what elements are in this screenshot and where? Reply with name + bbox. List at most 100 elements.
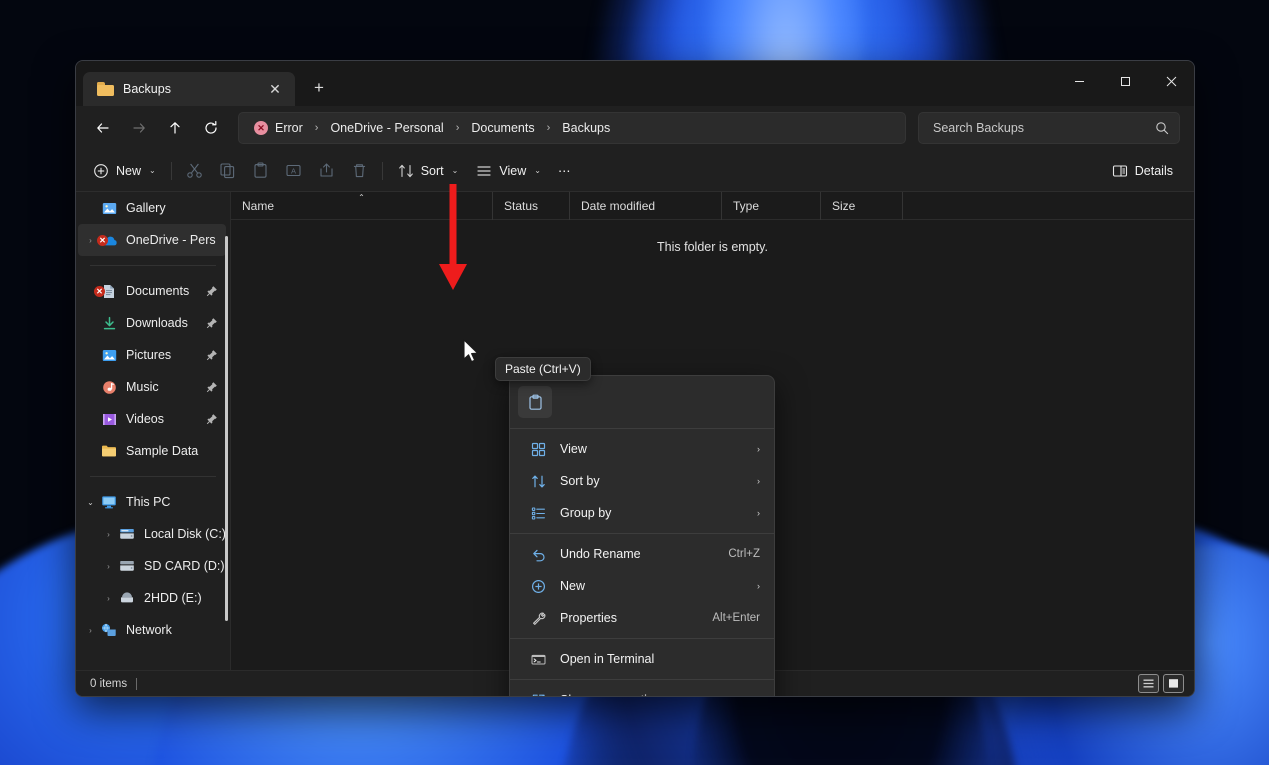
tab-backups[interactable]: Backups ✕ (83, 72, 295, 106)
sidebar-item-sd-card-d[interactable]: › SD CARD (D:) (78, 550, 226, 582)
tab-label: Backups (123, 82, 254, 96)
sidebar-scrollbar[interactable] (225, 236, 228, 621)
sidebar-item-pictures[interactable]: Pictures (78, 339, 226, 371)
details-pane-icon (1112, 163, 1128, 179)
column-label: Date modified (581, 199, 655, 213)
breadcrumb-item-onedrive[interactable]: OneDrive - Personal (323, 118, 450, 138)
address-bar-row: ✕ Error › OneDrive - Personal › Document… (76, 106, 1194, 150)
pin-icon[interactable] (206, 413, 222, 425)
pin-icon[interactable] (206, 285, 222, 297)
sidebar-item-label: This PC (126, 495, 226, 509)
context-menu-item-new[interactable]: New › (514, 570, 770, 602)
context-menu-item-view[interactable]: View › (514, 433, 770, 465)
properties-icon (528, 611, 548, 626)
column-header-date-modified[interactable]: Date modified (570, 192, 722, 220)
chevron-right-icon[interactable]: › (100, 562, 117, 571)
sidebar-item-local-disk-c[interactable]: › Local Disk (C:) (78, 518, 226, 550)
sidebar-item-this-pc[interactable]: ⌄ This PC (78, 486, 226, 518)
sidebar-item-onedrive[interactable]: › ✕ OneDrive - Pers (78, 224, 226, 256)
downloads-icon (99, 316, 119, 331)
delete-button[interactable] (343, 156, 376, 186)
context-menu-item-undo-rename[interactable]: Undo Rename Ctrl+Z (514, 538, 770, 570)
pin-icon[interactable] (206, 349, 222, 361)
breadcrumb-separator: › (544, 122, 554, 134)
sidebar-item-documents[interactable]: ✕ Documents (78, 275, 226, 307)
context-menu-item-properties[interactable]: Properties Alt+Enter (514, 602, 770, 634)
context-menu-item-open-in-terminal[interactable]: Open in Terminal (514, 643, 770, 675)
copy-button[interactable] (211, 156, 244, 186)
column-label: Name (242, 199, 274, 213)
view-toggle-group (1138, 674, 1184, 693)
sidebar-item-music[interactable]: Music (78, 371, 226, 403)
sort-button[interactable]: Sort ⌄ (389, 156, 468, 186)
context-menu-icon-row (510, 380, 774, 424)
file-explorer-window: Backups ✕ + (75, 60, 1195, 697)
terminal-icon (528, 652, 548, 667)
new-button[interactable]: New ⌄ (84, 156, 165, 186)
sidebar-item-network[interactable]: › Network (78, 614, 226, 646)
column-header-type[interactable]: Type (722, 192, 821, 220)
context-menu[interactable]: View › Sort by › Group by › (509, 375, 775, 697)
details-pane-button[interactable]: Details (1103, 156, 1182, 186)
chevron-down-icon: ⌄ (534, 166, 541, 175)
breadcrumb-item-error[interactable]: ✕ Error (247, 118, 310, 138)
close-window-button[interactable] (1148, 61, 1194, 101)
paste-button[interactable] (244, 156, 277, 186)
breadcrumb-separator: › (453, 122, 463, 134)
desktop: Backups ✕ + (0, 0, 1269, 765)
sidebar-item-label: 2HDD (E:) (144, 591, 226, 605)
sidebar-item-videos[interactable]: Videos (78, 403, 226, 435)
refresh-button[interactable] (194, 112, 228, 144)
paste-icon[interactable] (518, 386, 552, 418)
sidebar-item-downloads[interactable]: Downloads (78, 307, 226, 339)
share-button[interactable] (310, 156, 343, 186)
cut-button[interactable] (178, 156, 211, 186)
pin-icon[interactable] (206, 381, 222, 393)
column-header-size[interactable]: Size (821, 192, 903, 220)
breadcrumb-item-backups[interactable]: Backups (555, 118, 617, 138)
column-header-name[interactable]: ⌃ Name (231, 192, 493, 220)
context-menu-item-sort-by[interactable]: Sort by › (514, 465, 770, 497)
context-menu-item-show-more-options[interactable]: Show more options (514, 684, 770, 697)
sort-ascending-icon: ⌃ (358, 193, 365, 202)
search-input[interactable]: Search Backups (918, 112, 1180, 144)
context-menu-item-group-by[interactable]: Group by › (514, 497, 770, 529)
pin-icon[interactable] (206, 317, 222, 329)
chevron-right-icon[interactable]: › (82, 626, 99, 635)
large-icons-view-button[interactable] (1163, 674, 1184, 693)
chevron-down-icon[interactable]: ⌄ (82, 498, 99, 507)
context-menu-label: View (560, 442, 747, 456)
details-view-button[interactable] (1138, 674, 1159, 693)
sidebar-item-gallery[interactable]: Gallery (78, 192, 226, 224)
column-header-row: ⌃ Name Status Date modified Type Size (231, 192, 1194, 220)
sidebar-divider (90, 476, 216, 477)
command-separator (171, 162, 172, 180)
more-options-button[interactable]: ⋯ (550, 156, 579, 186)
drive-icon (117, 591, 137, 605)
view-button[interactable]: View ⌄ (467, 156, 550, 186)
sidebar-item-label: Pictures (126, 348, 206, 362)
back-button[interactable] (86, 112, 120, 144)
breadcrumb[interactable]: ✕ Error › OneDrive - Personal › Document… (238, 112, 906, 144)
forward-button[interactable] (122, 112, 156, 144)
chevron-right-icon[interactable]: › (100, 594, 117, 603)
context-menu-label: Open in Terminal (560, 652, 760, 666)
breadcrumb-separator: › (312, 122, 322, 134)
minimize-button[interactable] (1056, 61, 1102, 101)
new-tab-icon[interactable]: + (304, 73, 334, 103)
column-label: Size (832, 199, 855, 213)
breadcrumb-item-documents[interactable]: Documents (464, 118, 541, 138)
close-tab-icon[interactable]: ✕ (263, 77, 287, 101)
chevron-right-icon[interactable]: › (100, 530, 117, 539)
column-header-status[interactable]: Status (493, 192, 570, 220)
sidebar-item-2hdd-e[interactable]: › 2HDD (E:) (78, 582, 226, 614)
maximize-button[interactable] (1102, 61, 1148, 101)
view-grid-icon (528, 442, 548, 457)
up-button[interactable] (158, 112, 192, 144)
rename-button[interactable]: A (277, 156, 310, 186)
sidebar-item-label: Gallery (126, 201, 226, 215)
sidebar-item-label: OneDrive - Pers (126, 233, 226, 247)
sidebar-item-sample-data[interactable]: Sample Data (78, 435, 226, 467)
navigation-pane[interactable]: Gallery › ✕ OneDrive - Pers (76, 192, 231, 670)
sidebar-item-label: Videos (126, 412, 206, 426)
